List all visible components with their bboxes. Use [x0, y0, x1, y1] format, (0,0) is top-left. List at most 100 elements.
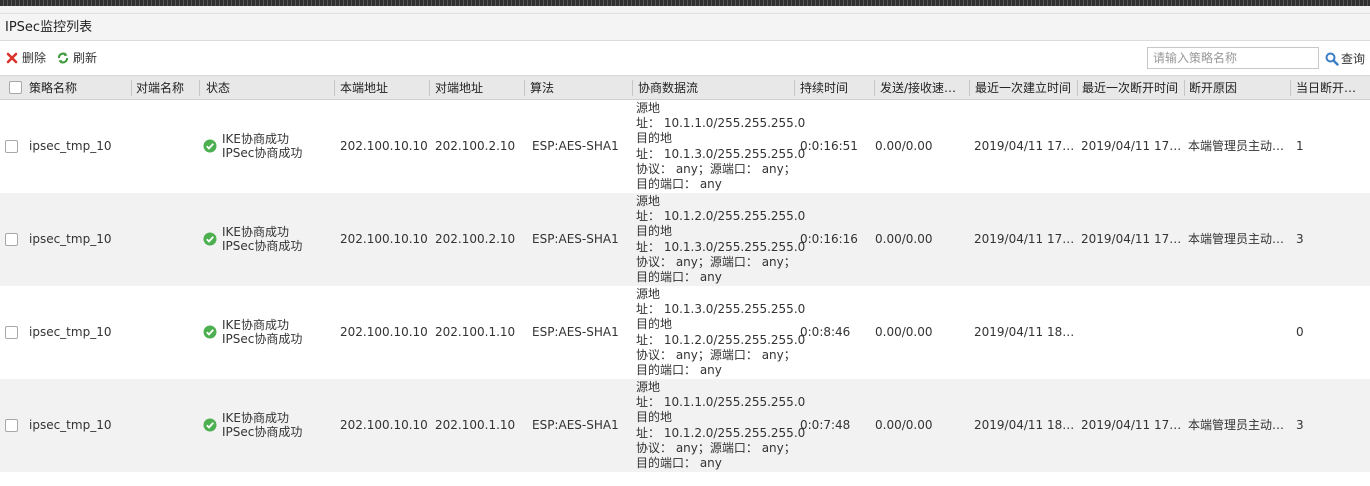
table-row[interactable]: ipsec_tmp_10 IKE协商成功 IPSec协商成功 202.100.1… [0, 100, 1370, 193]
last-down-time: 2019/04/11 17:5… [1081, 418, 1183, 432]
policy-name: ipsec_tmp_10 [29, 232, 112, 246]
refresh-icon [58, 52, 68, 64]
refresh-button[interactable]: 刷新 [56, 50, 97, 66]
column-header-remote-address[interactable]: 对端地址 [435, 76, 520, 100]
flow-line: 址： 10.1.2.0/255.255.255.0 [636, 332, 806, 347]
row-checkbox[interactable] [5, 233, 18, 246]
rate: 0.00/0.00 [875, 418, 933, 432]
duration: 0:0:16:51 [800, 139, 858, 153]
algorithm: ESP:AES-SHA1 [532, 139, 619, 153]
rate: 0.00/0.00 [875, 325, 933, 339]
disconnect-reason: 本端管理员主动… [1188, 139, 1285, 153]
ike-status: IKE协商成功 [222, 225, 289, 239]
row-checkbox[interactable] [5, 419, 18, 432]
column-divider[interactable] [524, 80, 525, 96]
search-icon [1325, 52, 1339, 66]
column-header-status[interactable]: 状态 [206, 76, 331, 100]
remote-address: 202.100.1.10 [435, 418, 516, 432]
column-header-duration[interactable]: 持续时间 [800, 76, 870, 100]
status-cell: IKE协商成功 IPSec协商成功 [203, 132, 302, 160]
rate: 0.00/0.00 [875, 232, 933, 246]
column-header-reason[interactable]: 断开原因 [1189, 76, 1285, 100]
flow-line: 协议： any；源端口： any； [636, 440, 796, 455]
daily-disconnect-count: 3 [1296, 418, 1304, 432]
panel-title: IPSec监控列表 [0, 14, 1370, 41]
flow-line: 协议： any；源端口： any； [636, 254, 796, 269]
local-address: 202.100.10.10 [340, 232, 428, 246]
column-divider[interactable] [199, 80, 200, 96]
status-cell: IKE协商成功 IPSec协商成功 [203, 225, 302, 253]
status-cell: IKE协商成功 IPSec协商成功 [203, 318, 302, 346]
column-header-last-up[interactable]: 最近一次建立时间 [975, 76, 1075, 100]
column-divider[interactable] [1290, 80, 1291, 96]
last-down-time: 2019/04/11 17:5… [1081, 139, 1183, 153]
table-row[interactable]: ipsec_tmp_10 IKE协商成功 IPSec协商成功 202.100.1… [0, 286, 1370, 379]
flow-line: 目的地 [636, 410, 673, 425]
column-divider[interactable] [632, 80, 633, 96]
policy-name: ipsec_tmp_10 [29, 139, 112, 153]
flow-line: 目的端口： any [636, 456, 722, 471]
delete-icon [6, 52, 18, 64]
flow-cell: 源地 址： 10.1.1.0/255.255.255.0 目的地 址： 10.1… [636, 380, 806, 471]
column-divider[interactable] [969, 80, 970, 96]
column-header-flow[interactable]: 协商数据流 [638, 76, 790, 100]
flow-line: 源地 [636, 380, 661, 394]
remote-address: 202.100.2.10 [435, 139, 516, 153]
flow-line: 目的端口： any [636, 177, 722, 192]
column-header-daily-disconnects[interactable]: 当日断开… [1296, 76, 1366, 100]
column-divider[interactable] [794, 80, 795, 96]
disconnect-reason: 本端管理员主动… [1188, 232, 1285, 246]
duration: 0:0:7:48 [800, 418, 851, 432]
column-header-algorithm[interactable]: 算法 [530, 76, 628, 100]
local-address: 202.100.10.10 [340, 139, 428, 153]
local-address: 202.100.10.10 [340, 325, 428, 339]
remote-address: 202.100.2.10 [435, 232, 516, 246]
row-checkbox[interactable] [5, 140, 18, 153]
column-header-peer-name[interactable]: 对端名称 [136, 76, 196, 100]
row-checkbox[interactable] [5, 326, 18, 339]
query-label: 查询 [1341, 52, 1366, 66]
table-row[interactable]: ipsec_tmp_10 IKE协商成功 IPSec协商成功 202.100.1… [0, 379, 1370, 472]
flow-line: 目的端口： any [636, 270, 722, 285]
select-all-checkbox[interactable] [9, 81, 22, 94]
ipsec-status: IPSec协商成功 [222, 332, 303, 346]
ipsec-status: IPSec协商成功 [222, 425, 303, 439]
success-icon [203, 418, 217, 432]
column-header-rate[interactable]: 发送/接收速… [880, 76, 966, 100]
column-divider[interactable] [1077, 80, 1078, 96]
ike-status: IKE协商成功 [222, 411, 289, 425]
last-up-time: 2019/04/11 17:5… [974, 232, 1076, 246]
flow-cell: 源地 址： 10.1.2.0/255.255.255.0 目的地 址： 10.1… [636, 194, 805, 285]
refresh-label: 刷新 [73, 51, 98, 65]
ipsec-status: IPSec协商成功 [222, 146, 303, 160]
success-icon [203, 232, 217, 246]
column-divider[interactable] [1184, 80, 1185, 96]
column-divider[interactable] [874, 80, 875, 96]
flow-line: 源地 [636, 194, 661, 208]
flow-line: 址： 10.1.3.0/255.255.255.0 [636, 146, 806, 161]
last-up-time: 2019/04/11 17:5… [974, 139, 1076, 153]
column-divider[interactable] [131, 80, 132, 96]
flow-line: 目的地 [636, 317, 673, 332]
ike-status: IKE协商成功 [222, 318, 289, 332]
column-header-last-down[interactable]: 最近一次断开时间 [1082, 76, 1182, 100]
rate: 0.00/0.00 [875, 139, 933, 153]
flow-line: 源地 [636, 287, 661, 301]
query-button[interactable]: 查询 [1325, 50, 1365, 67]
delete-button[interactable]: 删除 [5, 50, 46, 66]
last-up-time: 2019/04/11 18:0… [974, 325, 1076, 339]
column-divider[interactable] [334, 80, 335, 96]
policy-search-input[interactable] [1147, 47, 1319, 69]
flow-line: 址： 10.1.1.0/255.255.255.0 [636, 395, 806, 410]
ike-status: IKE协商成功 [222, 132, 289, 146]
table-row[interactable]: ipsec_tmp_10 IKE协商成功 IPSec协商成功 202.100.1… [0, 193, 1370, 286]
flow-line: 址： 10.1.2.0/255.255.255.0 [636, 425, 806, 440]
column-header-local-address[interactable]: 本端地址 [340, 76, 425, 100]
local-address: 202.100.10.10 [340, 418, 428, 432]
disconnect-reason: 本端管理员主动… [1188, 418, 1285, 432]
column-divider[interactable] [429, 80, 430, 96]
algorithm: ESP:AES-SHA1 [532, 232, 619, 246]
ipsec-status: IPSec协商成功 [222, 239, 303, 253]
flow-line: 址： 10.1.1.0/255.255.255.0 [636, 116, 806, 131]
column-header-policy-name[interactable]: 策略名称 [29, 76, 127, 100]
